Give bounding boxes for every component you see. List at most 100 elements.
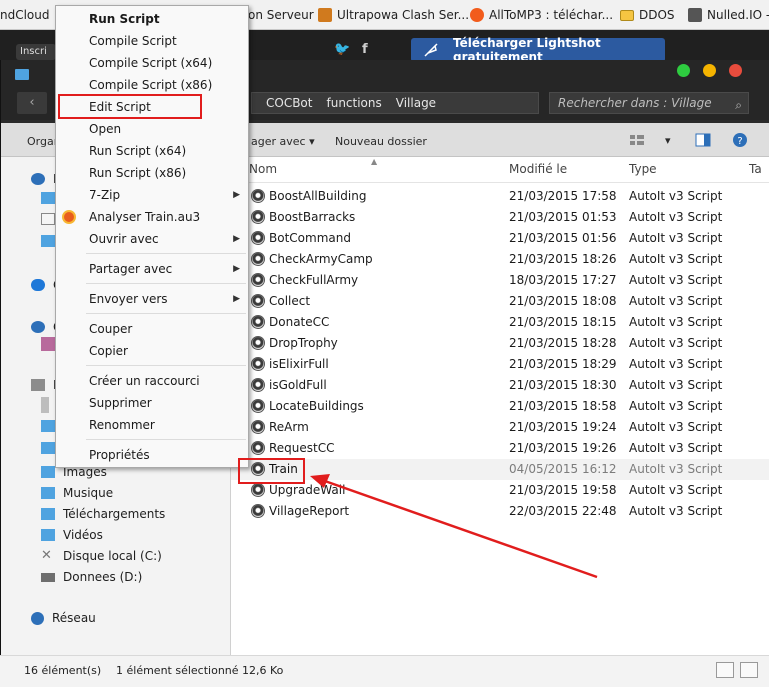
nav-item-downloads[interactable]: Téléchargements: [41, 504, 165, 524]
nav-item-network[interactable]: Réseau: [31, 608, 96, 628]
file-name[interactable]: BotCommand: [269, 231, 351, 245]
menu-item-propri-t-s[interactable]: Propriétés: [56, 444, 248, 466]
menu-item-analyser-train-au3[interactable]: Analyser Train.au3: [56, 206, 248, 228]
view-options-icon[interactable]: [629, 132, 645, 148]
details-view-button[interactable]: [716, 662, 734, 678]
table-row[interactable]: LocateBuildings 21/03/2015 18:58 AutoIt v3…: [231, 396, 769, 417]
autoit-file-icon: [251, 273, 265, 287]
large-icons-view-button[interactable]: [740, 662, 758, 678]
menu-item-ouvrir-avec[interactable]: Ouvrir avec ▶: [56, 228, 248, 250]
maximize-button[interactable]: [677, 64, 690, 77]
file-name[interactable]: ReArm: [269, 420, 309, 434]
menu-item-cr-er-un-raccourci[interactable]: Créer un raccourci: [56, 370, 248, 392]
file-name[interactable]: VillageReport: [269, 504, 349, 518]
context-menu: Run Script Compile Script Compile Script (…: [55, 5, 249, 468]
submenu-arrow-icon: ▶: [233, 190, 240, 200]
menu-item-envoyer-vers[interactable]: Envoyer vers ▶: [56, 288, 248, 310]
share-with-button[interactable]: ager avec ▾: [251, 135, 315, 148]
file-modified: 21/03/2015 18:28: [509, 336, 617, 350]
menu-item-couper[interactable]: Couper: [56, 318, 248, 340]
file-name[interactable]: LocateBuildings: [269, 399, 364, 413]
document-icon[interactable]: [41, 213, 55, 225]
table-row[interactable]: RequestCC 21/03/2015 19:26 AutoIt v3 Scrip…: [231, 438, 769, 459]
bookmark-ultrapowa[interactable]: Ultrapowa Clash Ser...: [318, 6, 469, 24]
help-icon[interactable]: ?: [732, 132, 748, 148]
file-name[interactable]: DropTrophy: [269, 336, 338, 350]
menu-item-run-script-x86[interactable]: Run Script (x86): [56, 162, 248, 184]
nav-item-local-disk-c[interactable]: ✕ Disque local (C:): [41, 546, 162, 566]
file-name[interactable]: CheckArmyCamp: [269, 252, 373, 266]
nav-item-music[interactable]: Musique: [41, 483, 113, 503]
table-row[interactable]: ReArm 21/03/2015 19:24 AutoIt v3 Script: [231, 417, 769, 438]
folder-icon[interactable]: [41, 192, 55, 204]
file-name[interactable]: CheckFullArmy: [269, 273, 358, 287]
folder-icon[interactable]: [41, 235, 55, 247]
avatar[interactable]: [41, 337, 55, 351]
table-row[interactable]: UpgradeWall 21/03/2015 19:58 AutoIt v3 Scr…: [231, 480, 769, 501]
file-name[interactable]: Collect: [269, 294, 310, 308]
address-bar[interactable]: COCBot functions Village: [251, 92, 539, 114]
file-name[interactable]: DonateCC: [269, 315, 329, 329]
file-name[interactable]: isElixirFull: [269, 357, 329, 371]
close-button[interactable]: [729, 64, 742, 77]
column-size[interactable]: Ta: [749, 162, 762, 176]
menu-item-open[interactable]: Open: [56, 118, 248, 140]
menu-item-partager-avec[interactable]: Partager avec ▶: [56, 258, 248, 280]
table-row[interactable]: DonateCC 21/03/2015 18:15 AutoIt v3 Script: [231, 312, 769, 333]
submenu-arrow-icon: ▶: [233, 234, 240, 244]
table-row[interactable]: BoostBarracks 21/03/2015 01:53 AutoIt v3 S…: [231, 207, 769, 228]
menu-item-compile-script-x86[interactable]: Compile Script (x86): [56, 74, 248, 96]
menu-item-run-script-x64[interactable]: Run Script (x64): [56, 140, 248, 162]
device-icon[interactable]: [41, 397, 49, 413]
bookmark-ddos[interactable]: DDOS: [620, 6, 675, 24]
nav-item-donnees-d[interactable]: Donnees (D:): [41, 567, 142, 587]
minimize-button[interactable]: [703, 64, 716, 77]
bookmark-alltomp3[interactable]: AllToMP3 : téléchar...: [470, 6, 613, 24]
menu-item-run-script[interactable]: Run Script: [56, 8, 248, 30]
column-type[interactable]: Type: [629, 162, 657, 176]
menu-item-compile-script[interactable]: Compile Script: [56, 30, 248, 52]
file-name[interactable]: BoostBarracks: [269, 210, 355, 224]
back-button[interactable]: ‹: [17, 92, 47, 114]
bookmark-serveur[interactable]: on Serveur: [248, 6, 314, 24]
twitter-icon[interactable]: 🐦: [334, 42, 350, 57]
download-lightshot-button[interactable]: Télécharger Lightshot gratuitement: [411, 36, 665, 64]
table-row[interactable]: isGoldFull 21/03/2015 18:30 AutoIt v3 Scri…: [231, 375, 769, 396]
signup-chip[interactable]: Inscri: [16, 44, 56, 60]
menu-item-supprimer[interactable]: Supprimer: [56, 392, 248, 414]
table-row[interactable]: CheckArmyCamp 21/03/2015 18:26 AutoIt v3 S…: [231, 249, 769, 270]
column-modified[interactable]: Modifié le: [509, 162, 567, 176]
menu-item-compile-script-x64[interactable]: Compile Script (x64): [56, 52, 248, 74]
table-row[interactable]: CheckFullArmy 18/03/2015 17:27 AutoIt v3 S…: [231, 270, 769, 291]
breadcrumb-cocbot[interactable]: COCBot: [266, 96, 312, 110]
menu-item-renommer[interactable]: Renommer: [56, 414, 248, 436]
table-row[interactable]: BoostAllBuilding 21/03/2015 17:58 AutoIt v…: [231, 186, 769, 207]
folder-icon[interactable]: [41, 420, 55, 432]
preview-pane-icon[interactable]: [695, 132, 711, 148]
table-row[interactable]: Train 04/05/2015 16:12 AutoIt v3 Script: [231, 459, 769, 480]
file-name[interactable]: isGoldFull: [269, 378, 327, 392]
menu-item-7-zip[interactable]: 7-Zip ▶: [56, 184, 248, 206]
nav-item-videos[interactable]: Vidéos: [41, 525, 103, 545]
facebook-icon[interactable]: f: [362, 42, 368, 57]
table-row[interactable]: Collect 21/03/2015 18:08 AutoIt v3 Script: [231, 291, 769, 312]
view-dropdown-icon[interactable]: ▾: [665, 134, 671, 147]
menu-item-label: Envoyer vers: [89, 292, 168, 306]
table-row[interactable]: DropTrophy 21/03/2015 18:28 AutoIt v3 Scri…: [231, 333, 769, 354]
file-name[interactable]: BoostAllBuilding: [269, 189, 366, 203]
menu-item-copier[interactable]: Copier: [56, 340, 248, 362]
file-name[interactable]: RequestCC: [269, 441, 335, 455]
menu-separator: [86, 253, 246, 254]
column-name[interactable]: Nom: [249, 162, 277, 176]
table-row[interactable]: isElixirFull 21/03/2015 18:29 AutoIt v3 Sc…: [231, 354, 769, 375]
file-name[interactable]: UpgradeWall: [269, 483, 345, 497]
new-folder-button[interactable]: Nouveau dossier: [335, 135, 427, 148]
bookmark-soundcloud[interactable]: ndCloud: [0, 6, 50, 24]
breadcrumb-functions[interactable]: functions: [326, 96, 381, 110]
table-row[interactable]: VillageReport 22/03/2015 22:48 AutoIt v3 S…: [231, 501, 769, 522]
breadcrumb-village[interactable]: Village: [396, 96, 436, 110]
table-row[interactable]: BotCommand 21/03/2015 01:56 AutoIt v3 Scri…: [231, 228, 769, 249]
folder-icon[interactable]: [41, 442, 55, 454]
bookmark-nulled[interactable]: Nulled.IO -: [688, 6, 769, 24]
search-input[interactable]: Rechercher dans : Village ⌕: [549, 92, 749, 114]
